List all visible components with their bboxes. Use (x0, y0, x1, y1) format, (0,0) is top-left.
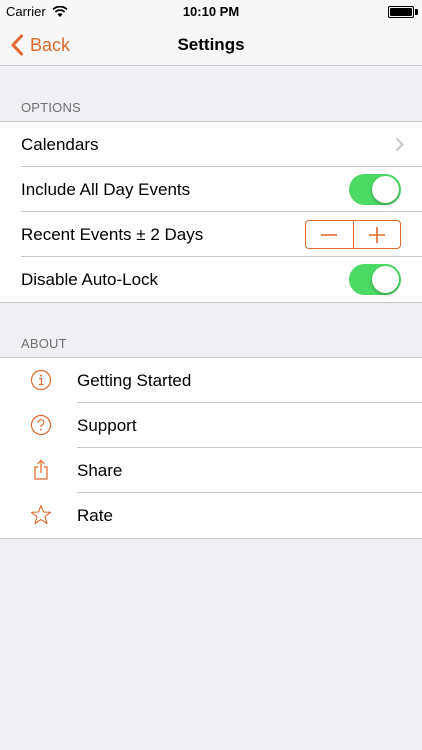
auto-lock-row: Disable Auto-Lock (0, 257, 422, 302)
all-day-events-label: Include All Day Events (21, 179, 191, 199)
chevron-right-icon (395, 137, 404, 152)
toggle-knob (372, 266, 399, 293)
support-row[interactable]: Support (0, 403, 422, 448)
options-group: Calendars Include All Day Events Recent … (0, 121, 422, 303)
rate-label: Rate (77, 505, 113, 525)
rate-row[interactable]: Rate (0, 493, 422, 538)
calendars-label: Calendars (21, 134, 99, 154)
all-day-events-row: Include All Day Events (0, 167, 422, 212)
page-title: Settings (177, 35, 245, 54)
auto-lock-label: Disable Auto-Lock (21, 269, 159, 289)
plus-icon (368, 226, 385, 243)
info-icon (30, 369, 52, 391)
share-label: Share (77, 460, 123, 480)
minus-icon (321, 233, 338, 236)
options-section-header: OPTIONS (21, 100, 81, 115)
getting-started-label: Getting Started (77, 370, 192, 390)
navigation-bar: Back Settings (0, 24, 422, 66)
toggle-knob (372, 176, 399, 203)
all-day-events-toggle[interactable] (349, 174, 401, 205)
status-time: 10:10 PM (182, 4, 240, 19)
battery-tip (415, 9, 418, 15)
recent-events-row: Recent Events ± 2 Days (0, 212, 422, 257)
decrement-button[interactable] (306, 221, 353, 248)
battery-icon (388, 6, 414, 18)
share-row[interactable]: Share (0, 448, 422, 493)
about-section-header: ABOUT (21, 336, 67, 351)
share-icon (34, 459, 48, 480)
calendars-row[interactable]: Calendars (0, 122, 422, 167)
question-icon (30, 414, 52, 436)
star-icon (30, 504, 52, 525)
auto-lock-toggle[interactable] (349, 264, 401, 295)
getting-started-row[interactable]: Getting Started (0, 358, 422, 403)
about-group: Getting Started Support Share Rate (0, 357, 422, 539)
recent-events-label: Recent Events ± 2 Days (21, 224, 204, 244)
increment-button[interactable] (352, 221, 401, 248)
status-bar: Carrier 10:10 PM (0, 0, 422, 24)
support-label: Support (77, 415, 137, 435)
recent-events-stepper (305, 220, 401, 249)
